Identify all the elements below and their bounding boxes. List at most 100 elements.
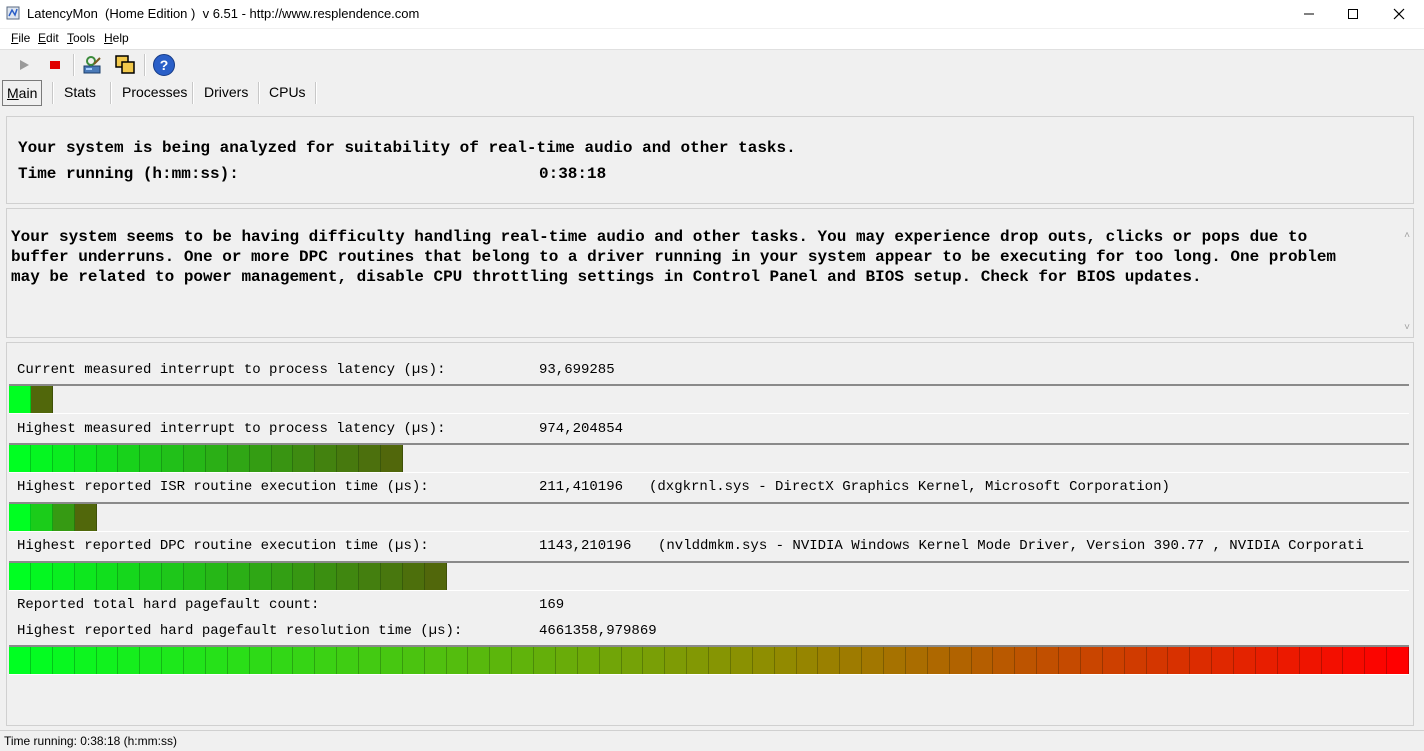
bar-segment [293, 563, 316, 590]
tab-separator [52, 82, 54, 104]
maximize-icon [1348, 9, 1358, 19]
bar-segment [490, 647, 513, 674]
tab-processes[interactable]: Processes [122, 80, 187, 104]
bar-segment [227, 445, 250, 472]
analyze-button[interactable] [80, 52, 106, 78]
play-icon [20, 60, 29, 70]
bar-segment [359, 647, 381, 674]
bar-segment [555, 647, 578, 674]
current-latency-bar-fill [9, 386, 53, 413]
bar-segment [1212, 647, 1234, 674]
bar-segment [30, 386, 53, 413]
highest-latency-bar [9, 443, 1409, 473]
menu-bar: File Edit Tools Help [0, 29, 1424, 50]
bar-segment [1015, 647, 1038, 674]
app-icon [6, 6, 20, 20]
bar-segment [118, 445, 141, 472]
start-button[interactable] [11, 52, 37, 78]
bar-segment [96, 563, 119, 590]
menu-tools[interactable]: Tools [67, 31, 95, 45]
maximize-button[interactable] [1330, 0, 1376, 28]
bar-segment [162, 563, 184, 590]
bar-segment [905, 647, 928, 674]
bar-segment [74, 647, 97, 674]
bar-segment [140, 563, 163, 590]
time-running-value: 0:38:18 [539, 165, 607, 183]
stop-icon [50, 61, 60, 69]
scroll-down-icon[interactable]: ˅ [1404, 322, 1410, 333]
tab-drivers[interactable]: Drivers [204, 80, 248, 104]
bar-segment [271, 445, 294, 472]
bar-segment [74, 445, 97, 472]
analysis-status-text: Your system is being analyzed for suitab… [18, 139, 796, 157]
bar-segment [818, 647, 841, 674]
title-bar: LatencyMon (Home Edition ) v 6.51 - http… [0, 0, 1424, 28]
tab-cpus[interactable]: CPUs [269, 80, 306, 104]
dpc-value: 1143,210196 [539, 538, 632, 554]
dpc-bar-fill [9, 563, 447, 590]
bar-segment [424, 647, 447, 674]
isr-bar-fill [9, 504, 97, 531]
bar-segment [971, 647, 994, 674]
bar-segment [927, 647, 950, 674]
bar-segment [1146, 647, 1169, 674]
toolbar-separator [73, 54, 75, 76]
stop-button[interactable] [42, 52, 68, 78]
bar-segment [862, 647, 884, 674]
bar-segment [9, 563, 31, 590]
bar-segment [205, 647, 228, 674]
minimize-button[interactable] [1286, 0, 1332, 28]
bar-segment [380, 445, 403, 472]
dpc-label: Highest reported DPC routine execution t… [17, 538, 429, 554]
bar-segment [380, 563, 403, 590]
windows-button[interactable] [112, 52, 138, 78]
bar-segment [96, 445, 119, 472]
bar-segment [687, 647, 709, 674]
bar-segment [1124, 647, 1147, 674]
toolbar-separator [144, 54, 146, 76]
current-latency-bar [9, 384, 1409, 414]
menu-help[interactable]: Help [104, 31, 129, 45]
tab-separator [192, 82, 194, 104]
menu-file[interactable]: File [11, 31, 30, 45]
bar-segment [293, 647, 316, 674]
bar-segment [1059, 647, 1081, 674]
bar-segment [184, 563, 206, 590]
minimize-icon [1304, 13, 1314, 15]
pagefault-count-label: Reported total hard pagefault count: [17, 597, 320, 613]
bar-segment [315, 445, 338, 472]
tab-main[interactable]: Main [2, 80, 43, 106]
bar-segment [205, 563, 228, 590]
scroll-up-icon[interactable]: ˄ [1404, 230, 1410, 241]
menu-edit[interactable]: Edit [38, 31, 59, 45]
bar-segment [315, 563, 338, 590]
bar-segment [9, 386, 31, 413]
isr-value: 211,410196 [539, 479, 624, 495]
bar-segment [249, 445, 272, 472]
tab-stats[interactable]: Stats [64, 80, 96, 104]
pagefault-time-bar [9, 645, 1409, 675]
bar-segment [730, 647, 753, 674]
bar-segment [643, 647, 666, 674]
bar-segment [30, 647, 53, 674]
bar-segment [796, 647, 819, 674]
bar-segment [1037, 647, 1059, 674]
bar-segment [1343, 647, 1366, 674]
bar-segment [993, 647, 1016, 674]
bar-segment [1365, 647, 1388, 674]
bar-segment [271, 647, 294, 674]
bar-segment [468, 647, 491, 674]
bar-segment [337, 647, 359, 674]
help-button[interactable]: ? [151, 52, 177, 78]
bar-segment [315, 647, 338, 674]
bar-segment [271, 563, 294, 590]
bar-segment [52, 647, 75, 674]
bar-segment [249, 647, 272, 674]
bar-segment [1299, 647, 1322, 674]
close-button[interactable] [1376, 0, 1422, 28]
bar-segment [512, 647, 534, 674]
window-title: LatencyMon (Home Edition ) v 6.51 - http… [27, 6, 420, 21]
tab-separator [258, 82, 260, 104]
bar-segment [227, 647, 250, 674]
bar-segment [9, 504, 31, 531]
